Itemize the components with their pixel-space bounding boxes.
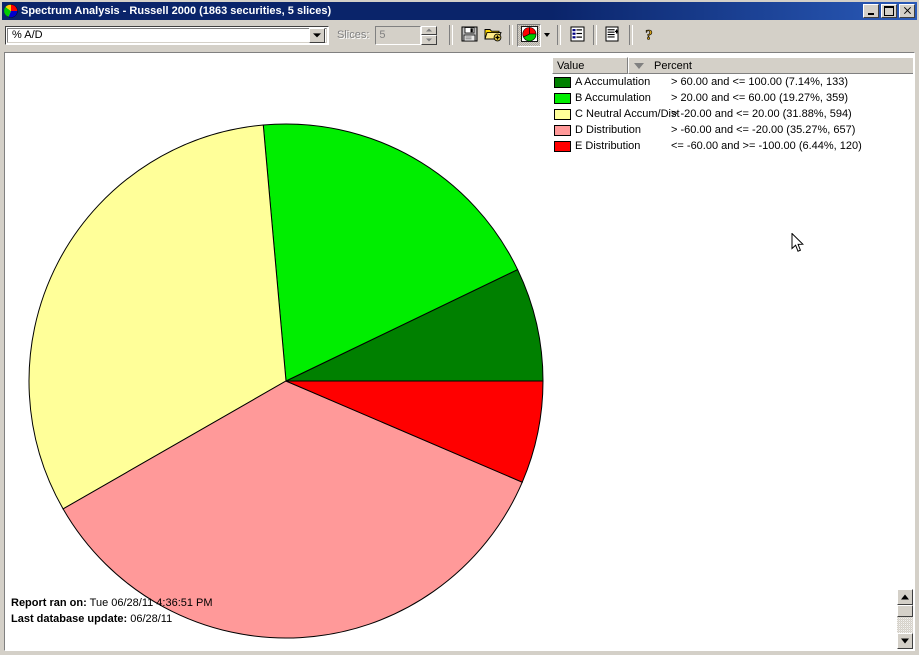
open-add-button[interactable] [481, 24, 505, 47]
pie-chart-app-icon[interactable] [4, 4, 18, 18]
legend-row-label: B Accumulation [575, 92, 651, 104]
application-window: Spectrum Analysis - Russell 2000 (1863 s… [0, 0, 919, 655]
add-report-button[interactable] [601, 24, 625, 47]
legend-row-label: C Neutral Accum/Dist [575, 108, 680, 120]
legend-row-range: > -20.00 and <= 20.00 (31.88%, 594) [671, 108, 852, 120]
legend-row-label: D Distribution [575, 124, 642, 136]
svg-text:?: ? [646, 27, 654, 42]
legend-column-percent[interactable]: Percent [628, 57, 913, 74]
legend-row[interactable]: C Neutral Accum/Dist > -20.00 and <= 20.0… [552, 106, 913, 122]
save-button[interactable] [457, 24, 481, 47]
legend-row[interactable]: E Distribution <= -60.00 and >= -100.00 (… [552, 138, 913, 154]
legend-color-swatch [554, 140, 571, 152]
toolbar-separator [449, 25, 454, 45]
slices-input[interactable]: 5 [375, 25, 422, 45]
toolbar: % A/D Slices: 5 ? [2, 21, 917, 49]
toolbar-separator [593, 25, 598, 45]
toolbar-separator [557, 25, 562, 45]
scrollbar-thumb[interactable] [897, 605, 913, 617]
legend-color-swatch [554, 124, 571, 136]
report-ran-on-line: Report ran on: Tue 06/28/11 4:36:51 PM [11, 595, 213, 611]
help-button[interactable]: ? [637, 24, 661, 47]
report-db-update-line: Last database update: 06/28/11 [11, 611, 213, 627]
minimize-button[interactable] [863, 4, 879, 18]
legend-color-swatch [554, 92, 571, 104]
field-selector-value: % A/D [12, 29, 43, 41]
window-title: Spectrum Analysis - Russell 2000 (1863 s… [21, 5, 332, 17]
legend-row[interactable]: A Accumulation > 60.00 and <= 100.00 (7.1… [552, 74, 913, 90]
report-db-update-value: 06/28/11 [130, 613, 173, 625]
chart-canvas: Value Percent A Accumulation > 60.00 and … [6, 54, 913, 649]
legend-header: Value Percent [552, 57, 913, 74]
report-db-update-label: Last database update: [11, 613, 128, 625]
legend-row-range: > 60.00 and <= 100.00 (7.14%, 133) [671, 76, 849, 88]
legend-panel: Value Percent A Accumulation > 60.00 and … [552, 57, 913, 154]
report-ran-on-value: Tue 06/28/11 4:36:51 PM [89, 597, 213, 609]
legend-color-swatch [554, 76, 571, 88]
legend-row[interactable]: D Distribution > -60.00 and <= -20.00 (35… [552, 122, 913, 138]
legend-column-value-label: Value [557, 59, 585, 72]
report-list-button[interactable] [565, 24, 589, 47]
maximize-button[interactable] [881, 4, 897, 18]
scrollbar-up-button[interactable] [897, 589, 913, 605]
legend-column-value[interactable]: Value [552, 57, 628, 74]
scrollbar-track[interactable] [897, 617, 913, 633]
toolbar-separator [629, 25, 634, 45]
legend-row-range: <= -60.00 and >= -100.00 (6.44%, 120) [671, 140, 862, 152]
pie-chart-icon [520, 25, 538, 45]
vertical-scrollbar[interactable] [897, 589, 913, 649]
title-bar[interactable]: Spectrum Analysis - Russell 2000 (1863 s… [2, 2, 917, 20]
list-report-icon [570, 26, 585, 45]
question-mark-icon: ? [642, 26, 656, 45]
field-selector-combobox[interactable]: % A/D [5, 25, 329, 45]
legend-row-label: A Accumulation [575, 76, 651, 88]
legend-rows: A Accumulation > 60.00 and <= 100.00 (7.1… [552, 74, 913, 154]
legend-row[interactable]: B Accumulation > 20.00 and <= 60.00 (19.2… [552, 90, 913, 106]
slices-decrement-button[interactable] [421, 35, 438, 45]
report-ran-on-label: Report ran on: [11, 597, 87, 609]
legend-row-range: > -60.00 and <= -20.00 (35.27%, 657) [671, 124, 856, 136]
add-report-icon [605, 26, 621, 45]
window-controls [863, 4, 916, 18]
legend-color-swatch [554, 108, 571, 120]
client-area: Value Percent A Accumulation > 60.00 and … [2, 50, 917, 653]
floppy-disk-icon [461, 26, 478, 45]
pie-chart-button[interactable] [517, 23, 542, 47]
chevron-down-icon[interactable] [309, 27, 325, 43]
close-button[interactable] [899, 4, 915, 18]
sort-descending-icon [634, 62, 644, 69]
toolbar-separator [509, 25, 514, 45]
slices-increment-button[interactable] [421, 25, 438, 35]
scrollbar-down-button[interactable] [897, 633, 913, 649]
folder-add-icon [484, 26, 503, 45]
legend-row-range: > 20.00 and <= 60.00 (19.27%, 359) [671, 92, 849, 104]
slices-label: Slices: [337, 29, 370, 41]
report-info: Report ran on: Tue 06/28/11 4:36:51 PM L… [11, 595, 213, 627]
slices-stepper[interactable]: 5 [375, 25, 438, 45]
chart-type-dropdown[interactable] [541, 24, 553, 47]
legend-row-label: E Distribution [575, 140, 641, 152]
legend-column-percent-label: Percent [654, 59, 692, 72]
